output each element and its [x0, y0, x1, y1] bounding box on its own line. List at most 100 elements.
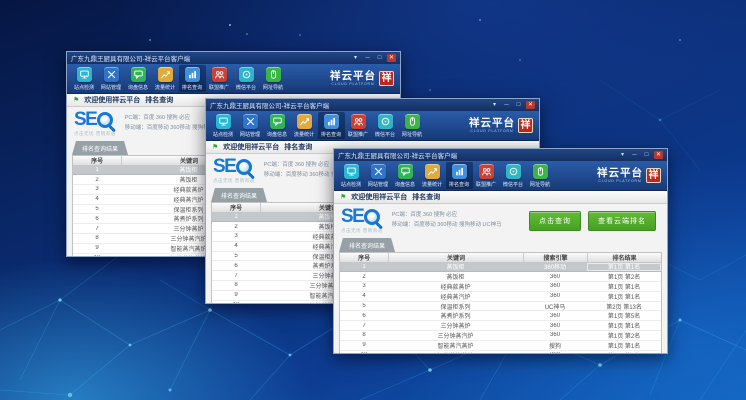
toolbar-item-label: 流量统计 [422, 180, 442, 187]
toolbar-item-tools[interactable]: 网站管理 [98, 65, 125, 92]
toolbar-item-line-chart[interactable]: 流量统计 [152, 65, 179, 92]
maximize-button[interactable]: □ [375, 54, 384, 62]
minimize-button[interactable]: ─ [630, 151, 639, 159]
toolbar-item-monitor[interactable]: 站点检测 [71, 65, 98, 92]
cell-keyword: 智能蒸汽蒸炉 [388, 351, 523, 354]
toolbar-item-label: 询盘信息 [267, 130, 287, 137]
toolbar-item-wechat[interactable]: 微信平台 [233, 65, 260, 92]
brand-name: 祥云平台 [597, 169, 643, 179]
header-engine: 搜索引擎 [523, 253, 587, 262]
toolbar-item-mouse[interactable]: 网址导航 [527, 162, 554, 189]
toolbar-item-chat[interactable]: 询盘信息 [392, 162, 419, 189]
toolbar-item-monitor[interactable]: 站点检测 [210, 112, 237, 139]
cell-no: 5 [212, 253, 260, 259]
cell-keyword: 保温柜系列 [388, 302, 523, 311]
toolbar-item-bar-chart[interactable]: 排名查询 [446, 162, 473, 189]
line-chart-icon [425, 164, 440, 179]
table-row[interactable]: 3经典款蒸炉360第1页 第1名 [340, 282, 661, 292]
toolbar-item-label: 流量统计 [155, 83, 175, 90]
cell-keyword: 经典蒸汽炉 [388, 292, 523, 301]
cell-rank: 第1页 第1名 [587, 263, 661, 272]
cell-rank: 第1页 第2名 [587, 331, 661, 340]
toolbar-item-wechat[interactable]: 微信平台 [372, 112, 399, 139]
window-titlebar[interactable]: 广东九鼎王厨具有限公司-祥云平台客户端 ▾ ─ □ ✕ [206, 99, 539, 111]
cloud-rank-button[interactable]: 查看云端排名 [588, 211, 656, 231]
table-row[interactable]: 1蒸饭柜360移动第1页 第1名 [340, 263, 661, 273]
toolbar-item-people[interactable]: 联盟推广 [473, 162, 500, 189]
seo-tagline: 点击无忧 营销有道 [213, 178, 255, 184]
results-tab[interactable]: 排名查询结果 [72, 141, 128, 155]
toolbar-item-label: 询盘信息 [128, 83, 148, 90]
skin-button[interactable]: ▾ [618, 151, 627, 159]
cell-no: 9 [73, 245, 121, 251]
skin-button[interactable]: ▾ [351, 54, 360, 62]
table-row[interactable]: 2蒸饭柜360第1页 第2名 [340, 272, 661, 282]
results-tab[interactable]: 排名查询结果 [211, 188, 267, 202]
window-title: 广东九鼎王厨具有限公司-祥云平台客户端 [338, 150, 618, 160]
table-row[interactable]: 9智能蒸汽蒸炉搜狗第1页 第1名 [340, 341, 661, 351]
table-row[interactable]: 10智能蒸汽蒸炉360第1页 第1名 [340, 351, 661, 354]
tools-icon [104, 67, 119, 82]
window-titlebar[interactable]: 广东九鼎王厨具有限公司-祥云平台客户端 ▾ ─ □ ✕ [334, 149, 667, 161]
toolbar-item-tools[interactable]: 网站管理 [365, 162, 392, 189]
table-row[interactable]: 4经典蒸汽炉360第1页 第1名 [340, 292, 661, 302]
toolbar-item-chat[interactable]: 询盘信息 [125, 65, 152, 92]
action-buttons: 点击查询 查看云端排名 [529, 211, 660, 231]
window-titlebar[interactable]: 广东九鼎王厨具有限公司-祥云平台客户端 ▾ ─ □ ✕ [67, 52, 400, 64]
line-chart-icon [158, 67, 173, 82]
engine-list: PC端：百度 360 搜狗 必应 移动端：百度移动 360移动 搜狗移动 UC神… [392, 211, 502, 231]
header-no: 序号 [73, 156, 121, 165]
cell-no: 2 [340, 274, 388, 280]
toolbar-item-mouse[interactable]: 网址导航 [399, 112, 426, 139]
toolbar-item-tools[interactable]: 网站管理 [237, 112, 264, 139]
seo-logo-text: SE [341, 208, 363, 226]
cell-no: 5 [73, 206, 121, 212]
toolbar-item-label: 微信平台 [503, 180, 523, 187]
cell-no: 2 [212, 224, 260, 230]
toolbar-item-mouse[interactable]: 网址导航 [260, 65, 287, 92]
maximize-button[interactable]: □ [514, 101, 523, 109]
wechat-icon [378, 114, 393, 129]
query-button[interactable]: 点击查询 [529, 211, 581, 231]
toolbar-item-bar-chart[interactable]: 排名查询 [318, 112, 345, 139]
cell-no: 8 [340, 332, 388, 338]
toolbar-items: 站点检测网站管理询盘信息流量统计排名查询联盟推广微信平台网址导航 [210, 112, 469, 139]
cell-no: 3 [212, 233, 260, 239]
toolbar-item-people[interactable]: 联盟推广 [206, 65, 233, 92]
bar-chart-icon [185, 67, 200, 82]
close-button[interactable]: ✕ [387, 54, 396, 62]
toolbar-item-label: 站点检测 [213, 130, 233, 137]
maximize-button[interactable]: □ [642, 151, 651, 159]
header-no: 序号 [212, 203, 260, 212]
cell-keyword: 蒸煮炉系列 [388, 311, 523, 320]
toolbar-item-label: 询盘信息 [395, 180, 415, 187]
table-row[interactable]: 7三分钟蒸炉360第1页 第1名 [340, 321, 661, 331]
toolbar-item-bar-chart[interactable]: 排名查询 [179, 65, 206, 92]
breadcrumb-page: 排名查询 [284, 142, 312, 152]
toolbar-item-wechat[interactable]: 微信平台 [500, 162, 527, 189]
toolbar-item-line-chart[interactable]: 流量统计 [419, 162, 446, 189]
close-button[interactable]: ✕ [654, 151, 663, 159]
breadcrumb-welcome: 欢迎使用祥云平台 [84, 95, 140, 105]
cell-no: 4 [73, 196, 121, 202]
table-row[interactable]: 6蒸煮炉系列360第1页 第5名 [340, 311, 661, 321]
monitor-icon [344, 164, 359, 179]
window-title: 广东九鼎王厨具有限公司-祥云平台客户端 [210, 100, 490, 110]
table-row[interactable]: 8三分钟蒸汽炉360第1页 第2名 [340, 331, 661, 341]
table-row[interactable]: 5保温柜系列UC神马第2页 第13名 [340, 302, 661, 312]
seo-logo-text: SE [74, 111, 96, 129]
skin-button[interactable]: ▾ [490, 101, 499, 109]
brand-seal-icon: 祥 [518, 118, 533, 133]
close-button[interactable]: ✕ [526, 101, 535, 109]
toolbar-item-monitor[interactable]: 站点检测 [338, 162, 365, 189]
minimize-button[interactable]: ─ [363, 54, 372, 62]
results-tab[interactable]: 排名查询结果 [339, 238, 395, 252]
toolbar: 站点检测网站管理询盘信息流量统计排名查询联盟推广微信平台网址导航 祥云平台 CL… [334, 161, 667, 191]
toolbar-item-chat[interactable]: 询盘信息 [264, 112, 291, 139]
toolbar-item-people[interactable]: 联盟推广 [345, 112, 372, 139]
toolbar-item-line-chart[interactable]: 流量统计 [291, 112, 318, 139]
wechat-icon [239, 67, 254, 82]
cell-keyword: 经典款蒸炉 [388, 282, 523, 291]
cell-engine: 360 [523, 352, 587, 354]
minimize-button[interactable]: ─ [502, 101, 511, 109]
